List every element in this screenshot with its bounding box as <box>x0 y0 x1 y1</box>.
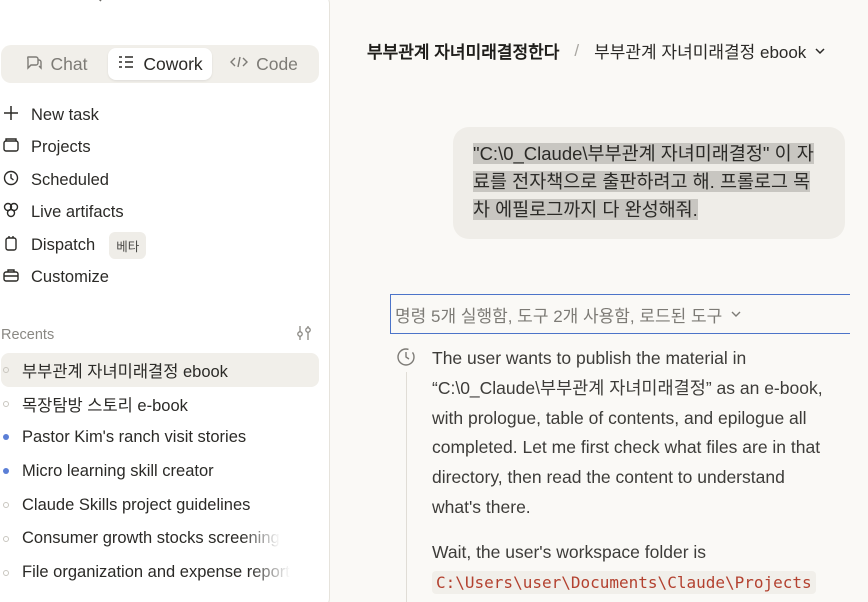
recent-item[interactable]: 목장탐방 스토리 e-book <box>0 387 319 421</box>
recent-item-label: Claude Skills project guidelines <box>22 495 251 514</box>
breadcrumb: 부부관계 자녀미래결정한다 / 부부관계 자녀미래결정 ebook <box>367 38 826 63</box>
breadcrumb-separator: / <box>574 40 580 60</box>
recent-item[interactable]: Consumer growth stocks screening <box>0 522 319 556</box>
folder-icon <box>3 137 19 158</box>
chevron-down-icon <box>730 304 742 324</box>
recent-item[interactable]: Pastor Kim's ranch visit stories <box>0 421 319 455</box>
chat-bubble-icon <box>25 54 43 75</box>
recent-item[interactable]: Claude Skills project guidelines <box>0 488 319 522</box>
mode-cowork-label: Cowork <box>143 53 203 74</box>
nav-dispatch[interactable]: Dispatch 베타 <box>0 229 319 262</box>
recent-item[interactable]: Micro learning skill creator <box>0 454 319 488</box>
nav-customize[interactable]: Customize <box>0 262 319 295</box>
menu-icon[interactable] <box>7 0 23 7</box>
unread-dot <box>3 434 9 441</box>
back-icon[interactable] <box>127 0 143 7</box>
tools-summary[interactable]: 명령 5개 실행함, 도구 2개 사용함, 로드된 도구 <box>390 294 850 334</box>
sidebar: Chat Cowork Code New task Projects Sched… <box>0 0 330 602</box>
thinking-clock-icon <box>396 347 416 372</box>
sidebar-nav: New task Projects Scheduled Live artifac… <box>0 99 319 294</box>
status-dot <box>3 366 9 373</box>
dispatch-icon <box>3 235 19 256</box>
chat-title: 부부관계 자녀미래결정 ebook <box>594 43 807 62</box>
recent-item-label: Consumer growth stocks screening <box>22 529 280 548</box>
beta-badge: 베타 <box>109 231 147 259</box>
status-dot <box>3 502 9 509</box>
tools-summary-label: 명령 5개 실행함, 도구 2개 사용함, 로드된 도구 <box>395 306 723 326</box>
recent-item[interactable]: 부부관계 자녀미래결정 ebook <box>1 353 319 387</box>
nav-customize-label: Customize <box>31 268 109 287</box>
mode-switch: Chat Cowork Code <box>1 45 319 83</box>
nav-projects[interactable]: Projects <box>0 132 319 165</box>
recents-list: 부부관계 자녀미래결정 ebook 목장탐방 스토리 e-book Pastor… <box>0 353 319 590</box>
nav-dispatch-label: Dispatch <box>31 235 96 254</box>
cowork-icon <box>117 54 135 75</box>
user-message-text: "C:\0_Claude\부부관계 자녀미래결정" 이 자료를 전자책으로 출판… <box>473 140 825 224</box>
plus-icon <box>3 105 19 126</box>
recent-item[interactable]: File organization and expense report <box>0 556 319 590</box>
nav-scheduled[interactable]: Scheduled <box>0 164 319 197</box>
status-dot <box>3 569 9 576</box>
status-dot <box>3 400 9 407</box>
mode-code[interactable]: Code <box>212 48 316 80</box>
top-toolbar <box>7 0 183 7</box>
thinking-block: The user wants to publish the material i… <box>432 344 832 597</box>
filter-icon[interactable] <box>295 325 313 345</box>
recents-label: Recents <box>1 327 55 343</box>
inline-code: C:\Users\user\Documents\Claude\Projects <box>432 570 816 594</box>
mode-chat-label: Chat <box>50 53 88 74</box>
clock-icon <box>3 170 19 191</box>
briefcase-icon <box>3 267 19 288</box>
sidebar-toggle-icon[interactable] <box>47 0 63 7</box>
thinking-paragraph-2: Wait, the user's workspace folder is C:\… <box>432 538 832 598</box>
nav-live-artifacts[interactable]: Live artifacts <box>0 197 319 230</box>
nav-projects-label: Projects <box>31 138 91 157</box>
breadcrumb-chat[interactable]: 부부관계 자녀미래결정 ebook <box>594 38 826 63</box>
forward-icon[interactable] <box>167 0 183 7</box>
recent-item-label: 부부관계 자녀미래결정 ebook <box>22 362 228 381</box>
status-dot <box>3 535 9 542</box>
breadcrumb-project[interactable]: 부부관계 자녀미래결정한다 <box>367 38 559 63</box>
recent-item-label: 목장탐방 스토리 e-book <box>22 396 188 415</box>
artifacts-icon <box>3 202 19 223</box>
recent-item-label: Pastor Kim's ranch visit stories <box>22 427 247 446</box>
thinking-thread-line <box>406 372 407 602</box>
recents-header: Recents <box>1 325 313 345</box>
thinking-paragraph: The user wants to publish the material i… <box>432 348 823 517</box>
recent-item-label: File organization and expense report <box>22 563 290 582</box>
recent-item-label: Micro learning skill creator <box>22 461 214 480</box>
user-message: "C:\0_Claude\부부관계 자녀미래결정" 이 자료를 전자책으로 출판… <box>453 127 845 239</box>
search-icon[interactable] <box>87 0 103 7</box>
code-icon <box>230 54 249 75</box>
nav-scheduled-label: Scheduled <box>31 170 109 189</box>
mode-cowork[interactable]: Cowork <box>108 48 212 80</box>
mode-chat[interactable]: Chat <box>4 48 108 80</box>
thinking-text: Wait, the user's workspace folder is <box>432 541 707 562</box>
user-message-selected-text: "C:\0_Claude\부부관계 자녀미래결정" 이 자료를 전자책으로 출판… <box>473 143 814 220</box>
nav-new-task-label: New task <box>31 105 99 124</box>
nav-new-task[interactable]: New task <box>0 99 319 132</box>
mode-code-label: Code <box>256 53 298 74</box>
unread-dot <box>3 468 9 475</box>
nav-live-artifacts-label: Live artifacts <box>31 203 124 222</box>
chevron-down-icon <box>814 41 826 61</box>
